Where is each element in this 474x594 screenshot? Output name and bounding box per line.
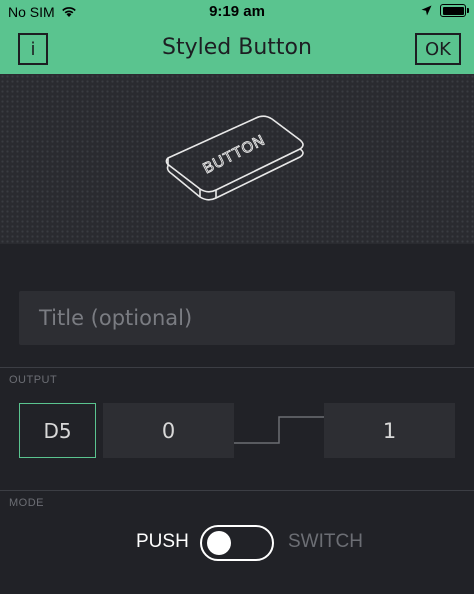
pin-select-button[interactable]: D5 bbox=[19, 403, 96, 458]
title-input[interactable]: Title (optional) bbox=[19, 291, 455, 345]
page-title: Styled Button bbox=[162, 35, 312, 60]
output-section-label: OUTPUT bbox=[9, 374, 58, 386]
output-wave-icon bbox=[234, 416, 324, 444]
mode-switch-label[interactable]: SWITCH bbox=[288, 531, 363, 553]
toggle-knob[interactable] bbox=[207, 531, 231, 555]
status-right-group bbox=[421, 4, 469, 17]
button-widget-icon: BUTTON bbox=[165, 115, 304, 201]
title-input-placeholder: Title (optional) bbox=[39, 306, 193, 330]
status-bar: No SIM 9:19 am bbox=[0, 0, 474, 24]
high-value-input[interactable]: 1 bbox=[324, 403, 455, 458]
mode-row: PUSH SWITCH bbox=[0, 525, 474, 561]
status-time: 9:19 am bbox=[209, 3, 265, 20]
nav-bar: i Styled Button OK bbox=[0, 24, 474, 74]
mode-divider bbox=[0, 490, 474, 491]
mode-push-label[interactable]: PUSH bbox=[136, 531, 189, 553]
battery-icon bbox=[440, 4, 469, 17]
mode-section-label: MODE bbox=[9, 497, 44, 509]
ok-button[interactable]: OK bbox=[415, 33, 461, 65]
mode-toggle[interactable] bbox=[200, 525, 274, 561]
output-divider bbox=[0, 367, 474, 368]
low-value-input[interactable]: 0 bbox=[103, 403, 234, 458]
widget-preview: BUTTON bbox=[0, 74, 474, 244]
location-arrow-icon bbox=[421, 5, 432, 16]
